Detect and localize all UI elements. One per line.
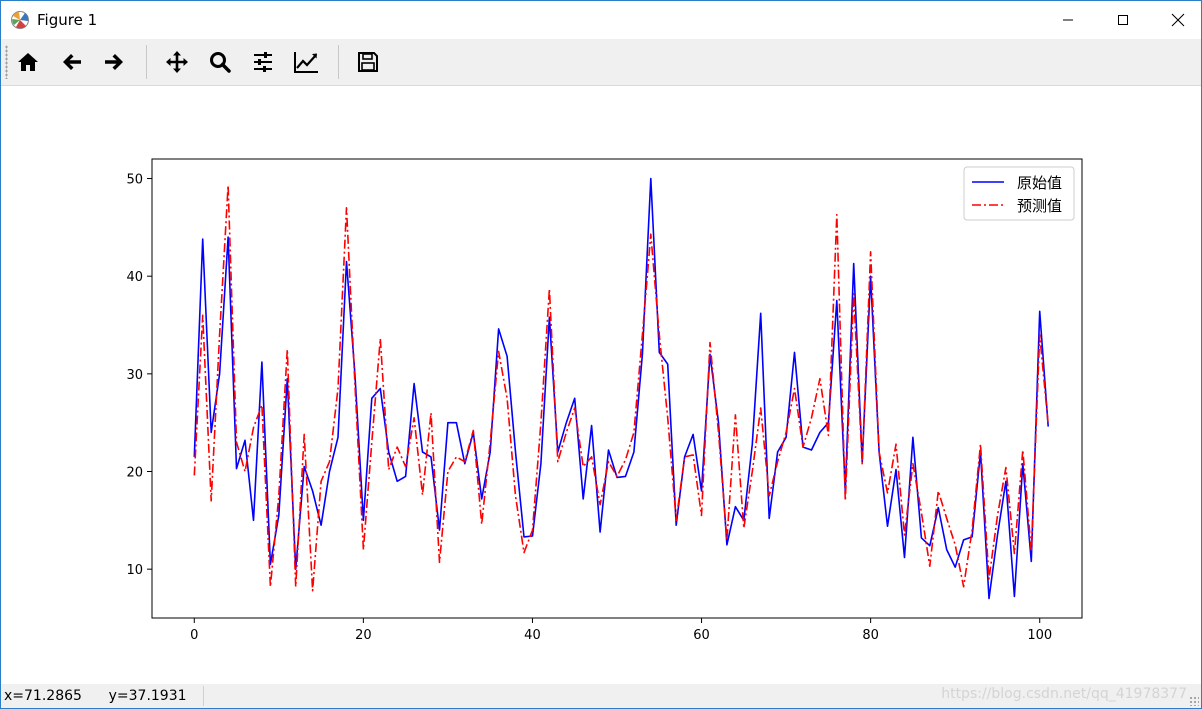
- back-button[interactable]: [56, 46, 88, 78]
- maximize-icon: [1118, 15, 1128, 25]
- edit-axis-icon: [294, 52, 318, 73]
- configure-subplots-button[interactable]: [247, 46, 279, 78]
- navigation-toolbar: [1, 39, 1201, 86]
- toolbar-separator: [146, 45, 147, 79]
- x-tick-label: 0: [190, 628, 198, 643]
- legend-label: 预测值: [1017, 197, 1062, 215]
- zoom-icon: [210, 52, 231, 73]
- title-bar: Figure 1: [1, 1, 1201, 39]
- minimize-icon: [1063, 19, 1073, 21]
- x-tick-label: 60: [693, 628, 710, 643]
- y-tick-label: 30: [126, 368, 143, 383]
- cursor-coordinates: x=71.2865 y=37.1931: [4, 688, 187, 704]
- y-tick-label: 40: [126, 270, 143, 285]
- forward-button[interactable]: [98, 46, 130, 78]
- legend-label: 原始值: [1017, 174, 1062, 192]
- axes-frame: [151, 158, 1083, 619]
- figure-window: Figure 1 0 20 40 60 80 100 10 20 30 40 5…: [0, 0, 1202, 709]
- minimize-button[interactable]: [1045, 1, 1091, 39]
- status-separator: [203, 686, 204, 706]
- save-button[interactable]: [352, 46, 384, 78]
- watermark: https://blog.csdn.net/qq_41978377: [941, 686, 1187, 702]
- home-icon: [18, 53, 38, 71]
- maximize-button[interactable]: [1100, 1, 1146, 39]
- close-button[interactable]: [1155, 1, 1201, 39]
- x-tick-label: 20: [355, 628, 372, 643]
- resize-grip[interactable]: [1189, 696, 1199, 706]
- back-arrow-icon: [63, 54, 81, 70]
- toolbar-separator: [338, 45, 339, 79]
- edit-axis-button[interactable]: [290, 46, 322, 78]
- window-title: Figure 1: [37, 11, 98, 29]
- x-tick-label: 80: [862, 628, 879, 643]
- x-tick-label: 100: [1027, 628, 1052, 643]
- save-icon: [358, 52, 378, 72]
- forward-arrow-icon: [105, 54, 123, 70]
- plot-area[interactable]: 0 20 40 60 80 100 10 20 30 40 50 原始值预测值: [1, 86, 1201, 684]
- toolbar-grip[interactable]: [5, 45, 8, 79]
- pan-button[interactable]: [161, 46, 193, 78]
- status-bar: x=71.2865 y=37.1931 https://blog.csdn.ne…: [1, 684, 1201, 708]
- series-line-original: [193, 177, 1049, 600]
- configure-subplots-icon: [254, 52, 272, 72]
- close-icon: [1171, 13, 1185, 27]
- pan-icon: [166, 51, 188, 73]
- x-tick-label: 40: [524, 628, 541, 643]
- home-button[interactable]: [12, 46, 44, 78]
- zoom-button[interactable]: [204, 46, 236, 78]
- matplotlib-app-icon: [11, 11, 29, 29]
- window-controls: [1036, 1, 1201, 39]
- y-tick-label: 20: [126, 466, 143, 481]
- line-chart[interactable]: 0 20 40 60 80 100 10 20 30 40 50 原始值预测值: [1, 86, 1201, 684]
- y-tick-label: 10: [126, 563, 143, 578]
- y-tick-label: 50: [126, 173, 143, 188]
